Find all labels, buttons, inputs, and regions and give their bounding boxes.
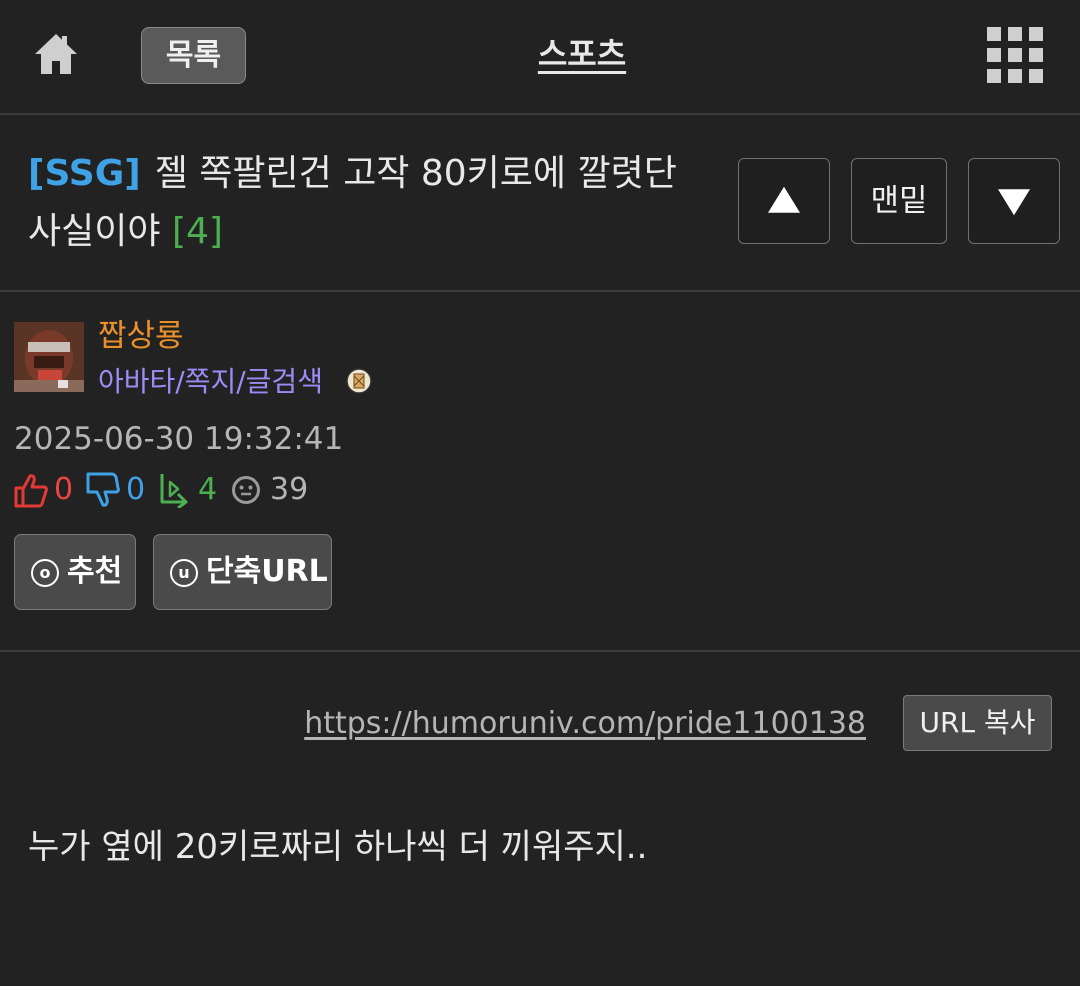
top-bar: 목록 스포츠 [0,0,1080,115]
short-url-icon: u [170,559,198,587]
home-icon[interactable] [32,30,80,78]
arrow-down-icon [998,189,1030,216]
dislike-count: 0 [126,472,146,507]
view-icon [232,476,260,504]
short-url-button[interactable]: u 단축URL [153,534,332,610]
thumbs-up-icon [14,474,48,508]
list-button[interactable]: 목록 [141,27,246,84]
scroll-bottom-button[interactable]: 맨밑 [851,158,947,244]
avatar[interactable] [14,322,84,392]
post-url-link[interactable]: https://humoruniv.com/pride1100138 [304,702,866,746]
copy-url-button[interactable]: URL 복사 [903,695,1052,751]
post-header: [SSG] 젤 쪽팔린건 고작 80키로에 깔렷단 사실이야 [4] 맨밑 [0,115,1080,292]
short-url-label: 단축URL [206,554,328,589]
message-icon[interactable] [346,368,372,394]
category-tag: [SSG] [28,153,141,194]
recommend-icon: o [31,559,59,587]
grid-menu-icon[interactable] [987,27,1043,83]
post-info: 짭상룡 아바타/쪽지/글검색 2025-06-30 19:32:41 0 0 4… [0,292,1080,652]
recommend-button[interactable]: o 추천 [14,534,136,610]
recommend-label: 추천 [67,554,123,589]
view-count: 39 [270,472,309,507]
author-links[interactable]: 아바타/쪽지/글검색 [98,362,323,402]
thumbs-down-icon [86,472,120,507]
arrow-up-icon [768,186,800,213]
reply-icon [160,474,188,508]
like-count: 0 [54,472,74,507]
scroll-down-button[interactable] [968,158,1060,244]
post-body: 누가 옆에 20키로짜리 하나씩 더 끼워주지.. [28,827,648,867]
scroll-up-button[interactable] [738,158,830,244]
post-title: [SSG] 젤 쪽팔린건 고작 80키로에 깔렷단 사실이야 [4] [28,145,708,261]
board-title[interactable]: 스포츠 [480,30,684,78]
comment-count[interactable]: [4] [172,211,223,252]
author-name[interactable]: 짭상룡 [98,316,184,356]
post-date: 2025-06-30 19:32:41 [14,421,344,457]
reply-count: 4 [198,472,218,507]
